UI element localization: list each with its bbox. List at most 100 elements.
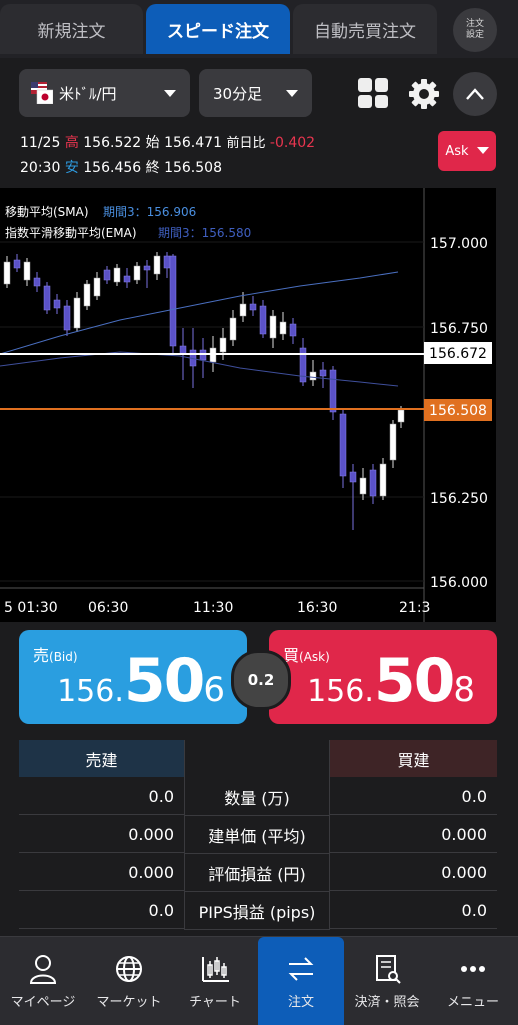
timeframe-select[interactable]: 30分足: [199, 69, 312, 117]
candle-body: [359, 477, 367, 495]
order-tabs: 新規注文 スピード注文 自動売買注文 注文 設定: [0, 0, 518, 58]
row-label: 数量 (万): [185, 778, 329, 816]
candle-body: [143, 265, 151, 271]
person-icon: [29, 954, 57, 984]
collapse-button[interactable]: [453, 72, 497, 116]
x-tick: 06:30: [88, 600, 128, 616]
candle-body: [319, 369, 327, 377]
order-settings-button[interactable]: 注文 設定: [453, 8, 497, 52]
sell-value: 0.0: [19, 892, 184, 929]
x-tick: 11:30: [193, 600, 233, 616]
layout-grid-icon[interactable]: [358, 78, 388, 108]
globe-icon: [116, 955, 142, 982]
candle-body: [3, 261, 11, 285]
change-label: 前日比: [226, 136, 266, 151]
buy-position-header: 買建: [330, 740, 497, 777]
candle-body: [169, 255, 177, 347]
nav-label: 注文: [287, 994, 314, 1010]
x-tick: 21:3: [399, 600, 430, 616]
candle-body: [63, 305, 71, 331]
table-row: 0.0 PIPS損益 (pips) 0.0: [19, 892, 497, 930]
nav-order[interactable]: 注文: [258, 937, 344, 1025]
candle-body: [249, 303, 257, 311]
low-label: 安: [64, 160, 79, 176]
sell-value: 0.000: [19, 854, 184, 891]
bid-price: 156.506: [57, 646, 225, 716]
buy-value: 0.0: [330, 892, 497, 929]
tab-auto-trade-order[interactable]: 自動売買注文: [293, 4, 437, 54]
trade-panel: 売(Bid) 156.506 買(Ask) 156.508 0.2: [0, 622, 518, 732]
open-label: 始: [145, 135, 160, 151]
candle-body: [113, 267, 121, 283]
row-label: PIPS損益 (pips): [185, 892, 329, 930]
candle-body: [259, 305, 267, 335]
table-row: 0.000 評価損益 (円) 0.000: [19, 854, 497, 892]
table-row: 0.000 建単価 (平均) 0.000: [19, 816, 497, 854]
tab-speed-order[interactable]: スピード注文: [146, 4, 290, 54]
candle-body: [329, 369, 337, 413]
high-value: 156.522: [83, 135, 142, 151]
candle-body: [123, 275, 131, 283]
candle-body: [239, 303, 247, 317]
currency-pair-select[interactable]: 米ﾄﾞﾙ/円: [19, 69, 190, 117]
chevron-down-icon: [164, 90, 176, 97]
price-type-label: Ask: [445, 143, 469, 159]
ohlc-row-2: 20:30 安 156.456 終 156.508: [20, 157, 222, 177]
nav-settlement[interactable]: 決済・照会: [344, 937, 430, 1025]
chevron-up-icon: [466, 88, 484, 100]
us-jp-flag-icon: [31, 82, 54, 105]
tab-new-order[interactable]: 新規注文: [0, 4, 143, 54]
divider: [329, 740, 330, 930]
document-search-icon: [376, 954, 401, 984]
candle-body: [93, 277, 101, 297]
order-settings-label-1: 注文: [465, 19, 484, 29]
nav-mypage[interactable]: マイページ: [0, 937, 86, 1025]
ohlc-date: 11/25: [20, 135, 61, 151]
ema-value: 期間3：156.580: [158, 226, 251, 240]
nav-label: メニュー: [446, 994, 499, 1010]
candle-body: [369, 469, 377, 497]
candle-body: [349, 471, 357, 483]
candle-body: [379, 463, 387, 497]
nav-label: 決済・照会: [354, 994, 420, 1010]
ema-label: 指数平滑移動平均(EMA): [5, 225, 137, 240]
currency-pair-label: 米ﾄﾞﾙ/円: [59, 84, 117, 103]
candle-body: [73, 297, 81, 329]
y-tick: 156.000: [430, 575, 488, 591]
y-tick: 156.250: [430, 491, 488, 507]
x-tick: 16:30: [297, 600, 337, 616]
candlestick-icon: [202, 956, 229, 982]
candle-body: [279, 321, 287, 335]
candle-body: [219, 337, 227, 353]
nav-label: マイページ: [10, 994, 76, 1010]
nav-market[interactable]: マーケット: [86, 937, 172, 1025]
candle-body: [53, 299, 61, 309]
price-chart[interactable]: 156.672 156.508 157.000 156.750 156.250 …: [0, 188, 496, 622]
sell-value: 0.0: [19, 778, 184, 815]
nav-menu[interactable]: メニュー: [430, 937, 516, 1025]
timeframe-label: 30分足: [213, 84, 263, 103]
candle-body: [339, 413, 347, 477]
sell-position-header: 売建: [19, 740, 184, 777]
bottom-navigation: マイページ マーケット チャート 注文 決済・照会 メニュー: [0, 936, 518, 1025]
nav-chart[interactable]: チャート: [172, 937, 258, 1025]
buy-ask-button[interactable]: 買(Ask) 156.508: [269, 630, 497, 724]
divider: [184, 740, 185, 930]
chevron-down-icon: [476, 147, 489, 154]
candle-body: [13, 259, 21, 269]
gear-icon[interactable]: [406, 76, 442, 112]
sma-label: 移動平均(SMA): [5, 205, 89, 219]
buy-value: 0.0: [330, 778, 497, 815]
price-type-select[interactable]: Ask: [438, 131, 496, 171]
candle-body: [133, 265, 141, 281]
spread-badge: 0.2: [231, 650, 291, 710]
last-price-text: 156.508: [429, 403, 487, 419]
sell-bid-button[interactable]: 売(Bid) 156.506: [19, 630, 247, 724]
row-label: 評価損益 (円): [185, 854, 329, 892]
candle-body: [269, 315, 277, 339]
more-dots-icon: [461, 965, 485, 972]
candle-body: [289, 323, 297, 337]
nav-label: チャート: [189, 994, 241, 1010]
open-value: 156.471: [164, 135, 222, 151]
candle-body: [179, 345, 187, 355]
